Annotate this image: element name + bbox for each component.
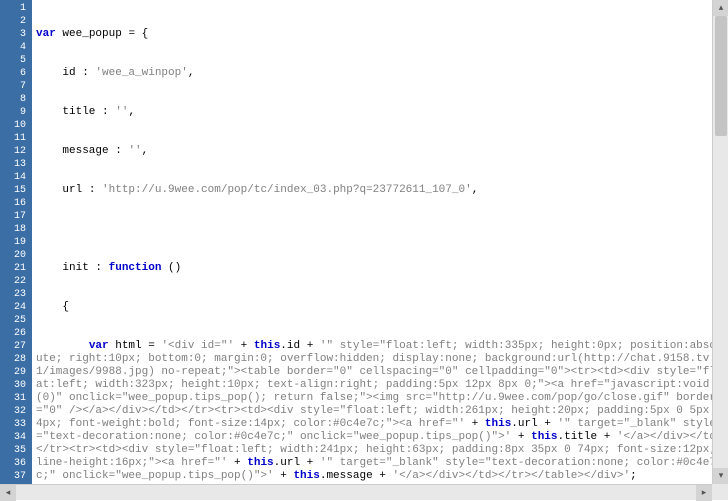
string: '<div id="' [161,340,234,352]
line-number: 5 [2,54,26,67]
line-number: 8 [2,93,26,106]
code-editor: 1234567891011121314151617181920212223242… [0,0,728,500]
colon: : [82,184,102,196]
colon: : [109,145,129,157]
html-string-block: var html = '<div id="' + this.id + '" st… [36,340,724,483]
operator: = { [122,28,148,40]
operator: + [465,418,485,430]
comma: , [188,67,195,79]
line-number: 31 [2,392,26,405]
line-number: 37 [2,470,26,483]
property: id [62,67,75,79]
dot: .id + [280,340,320,352]
line-number: 27 [2,340,26,353]
keyword-function: function [109,262,162,274]
property: title [62,106,95,118]
line-number: 34 [2,431,26,444]
comma: , [472,184,479,196]
scroll-right-button[interactable]: ▸ [696,485,712,501]
line-number: 11 [2,132,26,145]
comma: , [142,145,149,157]
parens: () [161,262,181,274]
property: message [62,145,108,157]
operator: = [142,340,162,352]
line-number: 32 [2,405,26,418]
identifier: html [109,340,142,352]
keyword-this: this [531,431,557,443]
identifier: wee_popup [62,28,121,40]
vertical-scrollbar[interactable]: ▴ ▾ [712,0,728,484]
operator: + [227,457,247,469]
line-number: 16 [2,197,26,210]
colon: : [95,106,115,118]
line-number: 17 [2,210,26,223]
dot: .url + [511,418,557,430]
comma: , [128,106,135,118]
line-number: 2 [2,15,26,28]
semicolon: ; [630,470,637,482]
keyword-this: this [254,340,280,352]
line-number: 36 [2,457,26,470]
line-number: 24 [2,301,26,314]
line-number: 23 [2,288,26,301]
line-number: 18 [2,223,26,236]
line-number: 13 [2,158,26,171]
line-number: 26 [2,327,26,340]
line-number: 28 [2,353,26,366]
keyword-this: this [293,470,319,482]
line-number: 12 [2,145,26,158]
code-content[interactable]: var wee_popup = { id : 'wee_a_winpop', t… [32,0,728,500]
scroll-down-button[interactable]: ▾ [713,468,728,484]
line-number: 3 [2,28,26,41]
line-number: 9 [2,106,26,119]
brace: { [62,301,69,313]
horizontal-scrollbar[interactable]: ◂ ▸ [0,484,712,500]
string: 'wee_a_winpop' [95,67,187,79]
property: url [62,184,82,196]
line-number: 33 [2,418,26,431]
string: '' [115,106,128,118]
line-number: 21 [2,262,26,275]
line-number: 35 [2,444,26,457]
line-number: 20 [2,249,26,262]
line-number: 25 [2,314,26,327]
line-number: 15 [2,184,26,197]
string: '" style="float:left; width:335px; heigh… [36,340,723,430]
scroll-left-button[interactable]: ◂ [0,485,16,501]
line-number: 22 [2,275,26,288]
keyword-this: this [247,457,273,469]
operator: + [234,340,254,352]
string: '' [128,145,141,157]
scroll-up-button[interactable]: ▴ [713,0,728,16]
line-number: 1 [2,2,26,15]
colon: : [89,262,109,274]
vertical-scroll-thumb[interactable] [715,16,727,136]
dot: .url + [274,457,320,469]
scrollbar-corner [712,484,728,500]
string: 'http://u.9wee.com/pop/tc/index_03.php?q… [102,184,472,196]
line-number: 7 [2,80,26,93]
keyword-this: this [485,418,511,430]
operator: + [511,431,531,443]
line-number: 29 [2,366,26,379]
dot: .title + [558,431,617,443]
dot: .message + [320,470,393,482]
colon: : [76,67,96,79]
keyword-var: var [89,340,109,352]
operator: + [274,470,294,482]
line-number: 30 [2,379,26,392]
string: '</a></div></td></tr></table></div>' [392,470,630,482]
line-number-gutter: 1234567891011121314151617181920212223242… [0,0,32,500]
line-number: 19 [2,236,26,249]
keyword-var: var [36,28,56,40]
property: init [62,262,88,274]
line-number: 6 [2,67,26,80]
line-number: 10 [2,119,26,132]
line-number: 14 [2,171,26,184]
line-number: 4 [2,41,26,54]
